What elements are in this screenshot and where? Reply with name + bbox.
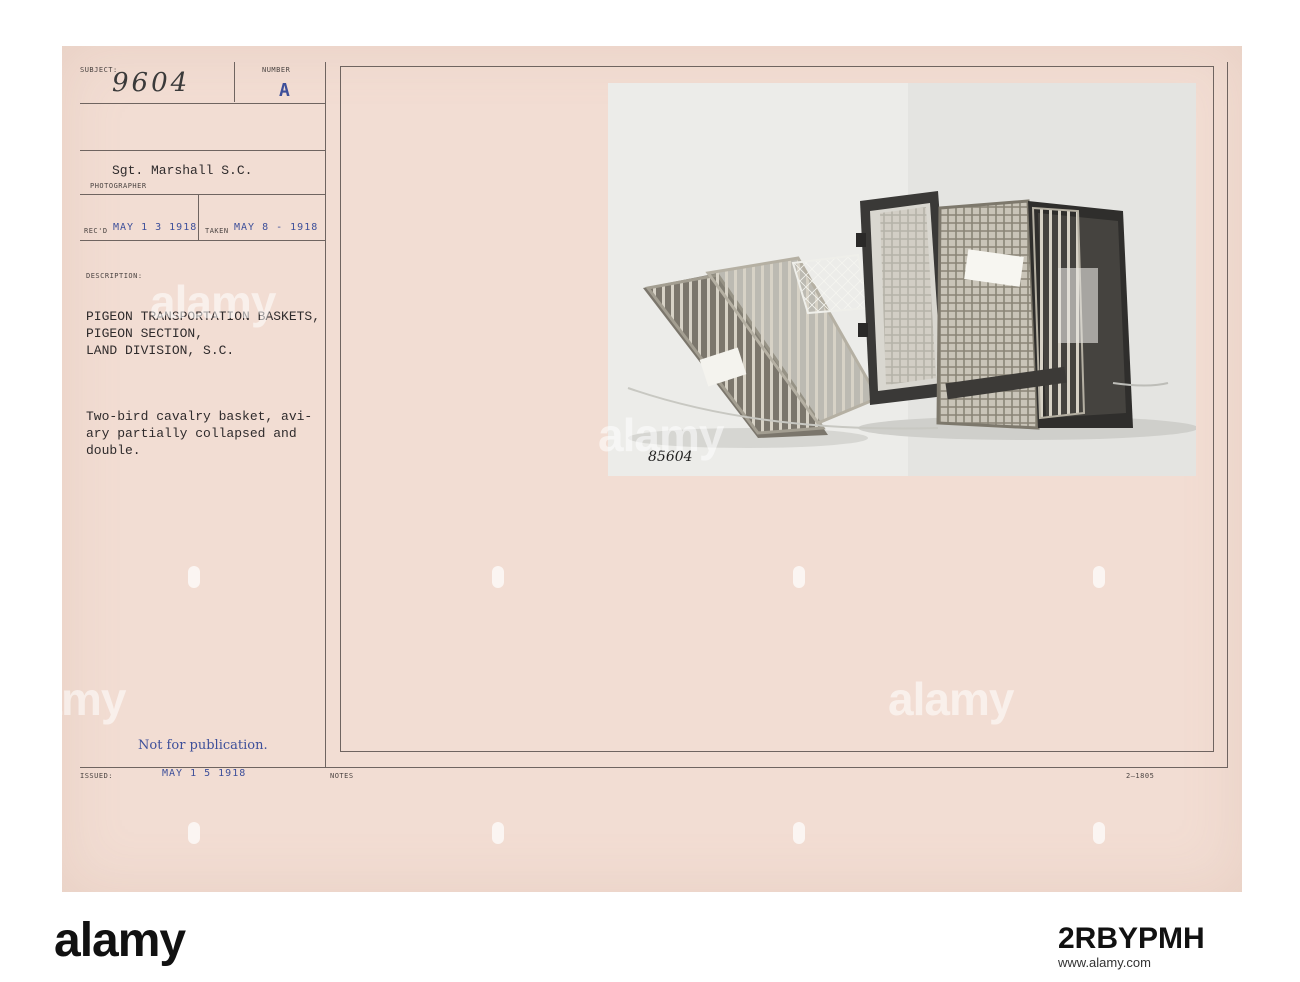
taken-label: TAKEN bbox=[205, 227, 229, 235]
watermark-dot bbox=[188, 566, 200, 588]
watermark-dot bbox=[793, 822, 805, 844]
recd-label: REC'D bbox=[84, 227, 108, 235]
watermark-dot bbox=[188, 822, 200, 844]
left-column-divider bbox=[325, 62, 326, 767]
watermark-1: alamy bbox=[150, 276, 276, 328]
number-label: NUMBER bbox=[262, 66, 291, 74]
notes-label: NOTES bbox=[330, 772, 354, 780]
description-title-3: LAND DIVISION, S.C. bbox=[86, 343, 235, 358]
subject-rule bbox=[80, 103, 325, 104]
watermark-3: alamy bbox=[0, 673, 126, 725]
watermark-dot bbox=[492, 822, 504, 844]
photographer-rule bbox=[80, 150, 325, 151]
frame-top bbox=[340, 66, 1214, 67]
footer-logo[interactable]: alamy bbox=[54, 913, 186, 968]
date-divider bbox=[198, 194, 199, 240]
dates-rule bbox=[80, 240, 325, 241]
taken-date: MAY 8 - 1918 bbox=[234, 222, 319, 233]
caption-line-1: Two-bird cavalry basket, avi- bbox=[86, 409, 313, 424]
photographer-label: PHOTOGRAPHER bbox=[90, 182, 147, 190]
frame-bottom bbox=[340, 751, 1214, 752]
frame-right bbox=[1213, 66, 1214, 752]
watermark-dot bbox=[1093, 822, 1105, 844]
caption-line-3: double. bbox=[86, 443, 141, 458]
watermark-dot bbox=[1093, 566, 1105, 588]
number-value: A bbox=[279, 80, 291, 101]
description-label: DESCRIPTION: bbox=[86, 272, 143, 280]
issued-date: MAY 1 5 1918 bbox=[162, 768, 247, 779]
recd-date: MAY 1 3 1918 bbox=[113, 222, 198, 233]
site-link[interactable]: www.alamy.com bbox=[1058, 955, 1151, 970]
form-number: 2—1805 bbox=[1126, 772, 1155, 780]
watermark-4: alamy bbox=[888, 673, 1014, 725]
subject-number-divider bbox=[234, 62, 235, 102]
image-id: 2RBYPMH bbox=[1058, 922, 1205, 955]
watermark-2: alamy bbox=[598, 409, 724, 461]
watermark-dot bbox=[492, 566, 504, 588]
watermark-dot bbox=[793, 566, 805, 588]
issued-label: ISSUED: bbox=[80, 772, 114, 780]
photographer-lower-rule bbox=[80, 194, 325, 195]
outer-right bbox=[1227, 62, 1228, 767]
caption-line-2: ary partially collapsed and bbox=[86, 426, 297, 441]
subject-number: 9604 bbox=[112, 68, 191, 98]
photographer-name: Sgt. Marshall S.C. bbox=[112, 163, 253, 178]
frame-left bbox=[340, 66, 341, 752]
publication-note: Not for publication. bbox=[138, 738, 268, 753]
footer-rule bbox=[80, 767, 1228, 768]
